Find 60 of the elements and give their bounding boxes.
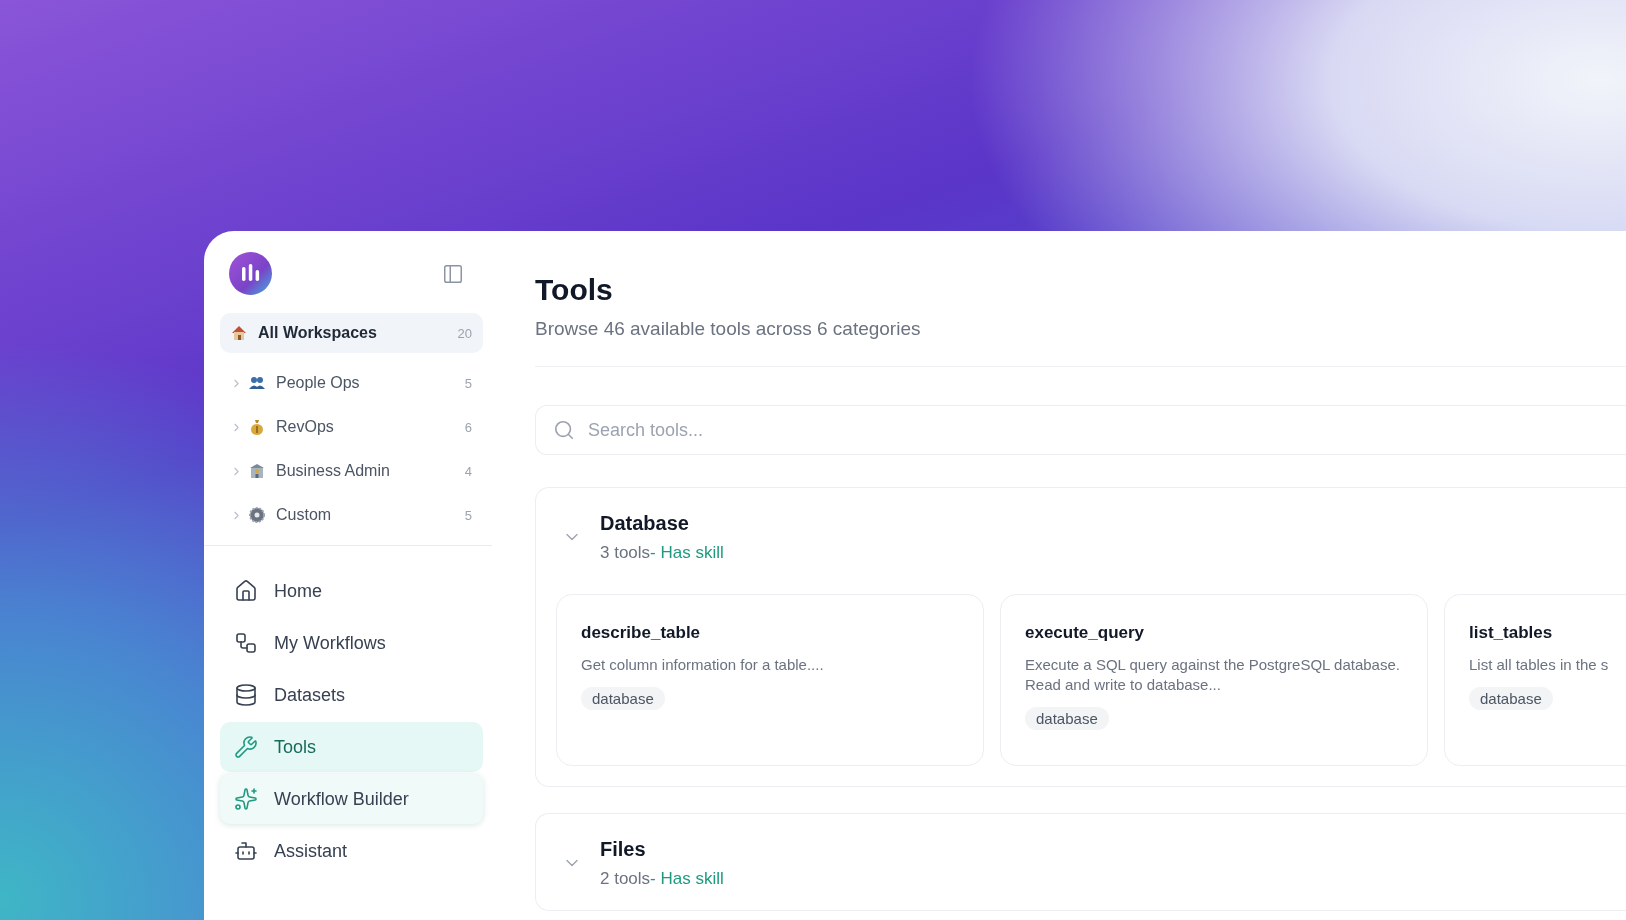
category-title: Files [600,837,647,862]
logo-icon [229,252,272,295]
nav-item[interactable]: Datasets [220,670,483,720]
database-icon [234,683,258,707]
nav-item[interactable]: Workflow Builder [220,774,483,824]
sparkles-icon [234,787,258,811]
workflow-icon [234,631,258,655]
workspace-count: 5 [464,507,472,523]
category-meta: 2 tools- Has skill [600,868,724,890]
workspace-count: 6 [464,419,472,435]
workspace-item[interactable]: RevOps 6 [220,407,483,447]
nav-item[interactable]: Home [220,566,483,616]
workspace-item[interactable]: All Workspaces 20 [220,313,483,353]
page-title: Tools [535,272,614,308]
gear-icon [248,506,266,524]
wrench-icon [234,735,258,759]
tool-name: describe_table [581,623,702,643]
workspace-item[interactable]: Business Admin 4 [220,451,483,491]
tool-description: Execute a SQL query against the PostgreSQL database. Read and write to database... [1025,655,1401,695]
workspace-label: All Workspaces [258,324,378,342]
workspace-count: 5 [464,375,472,391]
tool-tag: database [1469,687,1553,710]
workspace-item[interactable]: People Ops 5 [220,363,483,403]
tool-name: list_tables [1469,623,1554,643]
workspace-count: 20 [457,325,472,341]
bank-icon [248,462,266,480]
search-field[interactable]: Search tools... [535,405,1626,455]
nav-label: Home [274,580,322,602]
tool-card[interactable]: list_tables List all tables in the s database [1444,594,1626,766]
bot-icon [234,839,258,863]
nav-label: My Workflows [274,632,386,654]
people-icon [248,374,266,392]
category-title: Database [600,511,690,536]
page-subtitle: Browse 46 available tools across 6 categories [535,317,922,341]
workspace-label: Custom [276,506,333,524]
workspace-item[interactable]: Custom 5 [220,495,483,535]
tool-name: execute_query [1025,623,1146,643]
nav-label: Tools [274,736,317,758]
workspace-label: Business Admin [276,462,391,480]
home-icon [234,579,258,603]
nav-item[interactable]: Tools [220,722,483,772]
tool-description: List all tables in the s [1469,655,1610,675]
search-icon [553,419,575,441]
tool-description: Get column information for a table.... [581,655,825,675]
nav-label: Datasets [274,684,346,706]
sidebar-toggle-icon[interactable] [442,262,464,285]
tool-tag: database [581,687,665,710]
nav-item[interactable]: My Workflows [220,618,483,668]
tool-tag: database [1025,707,1109,730]
workspace-label: People Ops [276,374,361,392]
category-meta: 3 tools- Has skill [600,542,724,564]
house-icon [230,324,248,342]
tool-card[interactable]: execute_query Execute a SQL query against the PostgreSQL database. Read and write to database... database [1000,594,1428,766]
nav-label: Assistant [274,840,348,862]
nav-label: Workflow Builder [274,788,409,810]
tool-card[interactable]: describe_table Get column information for a table.... database [556,594,984,766]
workspace-count: 4 [464,463,472,479]
nav-item[interactable]: Assistant [220,826,483,876]
money-bag-icon [248,418,266,436]
workspace-label: RevOps [276,418,335,436]
